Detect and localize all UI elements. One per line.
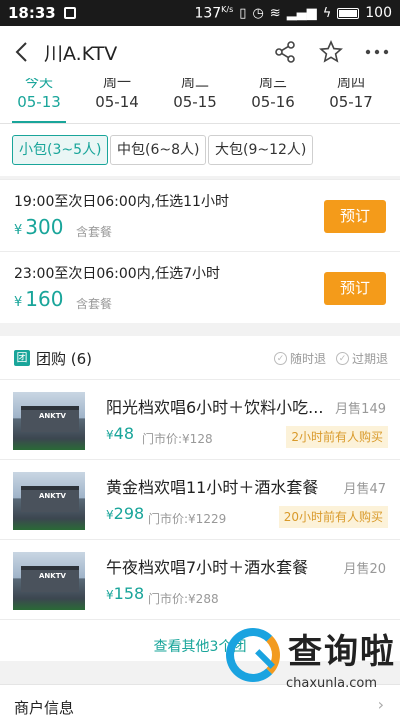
deal-recent-purchase: 2小时前有人购买: [286, 426, 388, 448]
vibrate-icon: ▯: [239, 5, 247, 21]
watermark-url: chaxunla.com: [286, 676, 377, 691]
deal-thumbnail: ANKTV: [13, 552, 85, 610]
check-icon: ✓: [273, 352, 287, 365]
group-buy-title: 团购 (6): [36, 350, 93, 368]
deal-name: 午夜档欢唱7小时＋酒水套餐: [106, 558, 309, 577]
notification-icon: [63, 7, 76, 19]
deal-name: 黄金档欢唱11小时＋酒水套餐: [106, 478, 319, 497]
deal-price: ¥48: [106, 424, 134, 443]
status-time: 18:33: [8, 4, 56, 22]
more-menu-icon[interactable]: [354, 26, 400, 78]
date-tab-2[interactable]: 周二 05-15: [156, 78, 234, 123]
deal-price: ¥298: [106, 504, 145, 523]
room-large-chip[interactable]: 大包(9~12人): [208, 135, 314, 165]
package-price: ¥160: [14, 287, 64, 311]
deal-monthly-sales: 月售20: [343, 562, 386, 577]
wifi-icon: ≋: [269, 5, 281, 21]
back-icon[interactable]: [0, 26, 44, 78]
group-buy-section: 团 团购 (6) ✓ 随时退 ✓ 过期退 ANKTV 阳光档欢唱6小时＋饮料小吃..…: [0, 336, 400, 661]
room-type-selector: 小包(3~5人) 中包(6~8人) 大包(9~12人): [0, 124, 400, 176]
package-item: 23:00至次日06:00内,任选7小时 ¥160 含套餐 预订: [0, 251, 400, 323]
favorite-star-icon[interactable]: [308, 26, 354, 78]
deal-thumbnail: ANKTV: [13, 472, 85, 530]
battery-level: 100: [365, 5, 392, 21]
deal-original-price: 门市价:¥128: [142, 432, 213, 446]
chevron-right-icon: ›: [377, 695, 384, 714]
deal-item[interactable]: ANKTV 午夜档欢唱7小时＋酒水套餐 月售20 ¥158 门市价:¥288: [0, 540, 400, 620]
date-tab-4[interactable]: 周四 05-17: [312, 78, 390, 123]
signal-icon: ▂▄▆: [286, 5, 317, 21]
deal-item[interactable]: ANKTV 黄金档欢唱11小时＋酒水套餐 月售47 ¥298 门市价:¥1229…: [0, 460, 400, 540]
package-desc: 19:00至次日06:00内,任选11小时: [14, 194, 229, 210]
charging-icon: ϟ: [322, 5, 332, 21]
deal-thumbnail: ANKTV: [13, 392, 85, 450]
deal-original-price: 门市价:¥1229: [148, 512, 227, 526]
network-speed: 137K/s: [194, 4, 234, 22]
battery-icon: [337, 7, 360, 19]
alarm-icon: ◷: [252, 5, 264, 21]
watermark-logo-icon: [226, 628, 280, 682]
status-bar: 18:33 137K/s ▯ ◷ ≋ ▂▄▆ ϟ 100: [0, 0, 400, 26]
date-tabs: 今天 05-13 周一 05-14 周二 05-15 周三 05-16 周四 05-17: [0, 78, 400, 124]
room-medium-chip[interactable]: 中包(6~8人): [110, 135, 207, 165]
package-item: 19:00至次日06:00内,任选11小时 ¥300 含套餐 预订: [0, 179, 400, 251]
refund-expired-tag: ✓ 过期退: [335, 350, 388, 367]
deal-recent-purchase: 20小时前有人购买: [278, 506, 388, 528]
date-tab-1[interactable]: 周一 05-14: [78, 78, 156, 123]
check-icon: ✓: [335, 352, 349, 365]
page-title: 川A.KTV: [44, 42, 118, 65]
watermark: 查询啦 chaxunla.com: [226, 624, 396, 696]
book-button[interactable]: 预订: [324, 272, 386, 305]
group-buy-header: 团 团购 (6) ✓ 随时退 ✓ 过期退: [0, 336, 400, 380]
deal-original-price: 门市价:¥288: [148, 592, 219, 606]
date-tab-0[interactable]: 今天 05-13: [0, 78, 78, 123]
deal-monthly-sales: 月售47: [343, 482, 386, 497]
package-desc: 23:00至次日06:00内,任选7小时: [14, 266, 221, 282]
deal-name: 阳光档欢唱6小时＋饮料小吃...: [106, 398, 324, 417]
watermark-title: 查询啦: [288, 632, 396, 672]
share-icon[interactable]: [262, 26, 308, 78]
deal-item[interactable]: ANKTV 阳光档欢唱6小时＋饮料小吃... 月售149 ¥48 门市价:¥12…: [0, 380, 400, 460]
deal-monthly-sales: 月售149: [335, 402, 386, 417]
navbar: 川A.KTV: [0, 26, 400, 78]
book-button[interactable]: 预订: [324, 200, 386, 233]
group-buy-icon: 团: [14, 350, 30, 366]
merchant-info-label: 商户信息: [14, 699, 75, 717]
package-includes: 含套餐: [76, 297, 113, 311]
date-tab-3[interactable]: 周三 05-16: [234, 78, 312, 123]
package-price: ¥300: [14, 215, 64, 239]
room-small-chip[interactable]: 小包(3~5人): [12, 135, 109, 165]
deal-price: ¥158: [106, 584, 145, 603]
package-includes: 含套餐: [76, 225, 113, 239]
refund-anytime-tag: ✓ 随时退: [273, 350, 326, 367]
